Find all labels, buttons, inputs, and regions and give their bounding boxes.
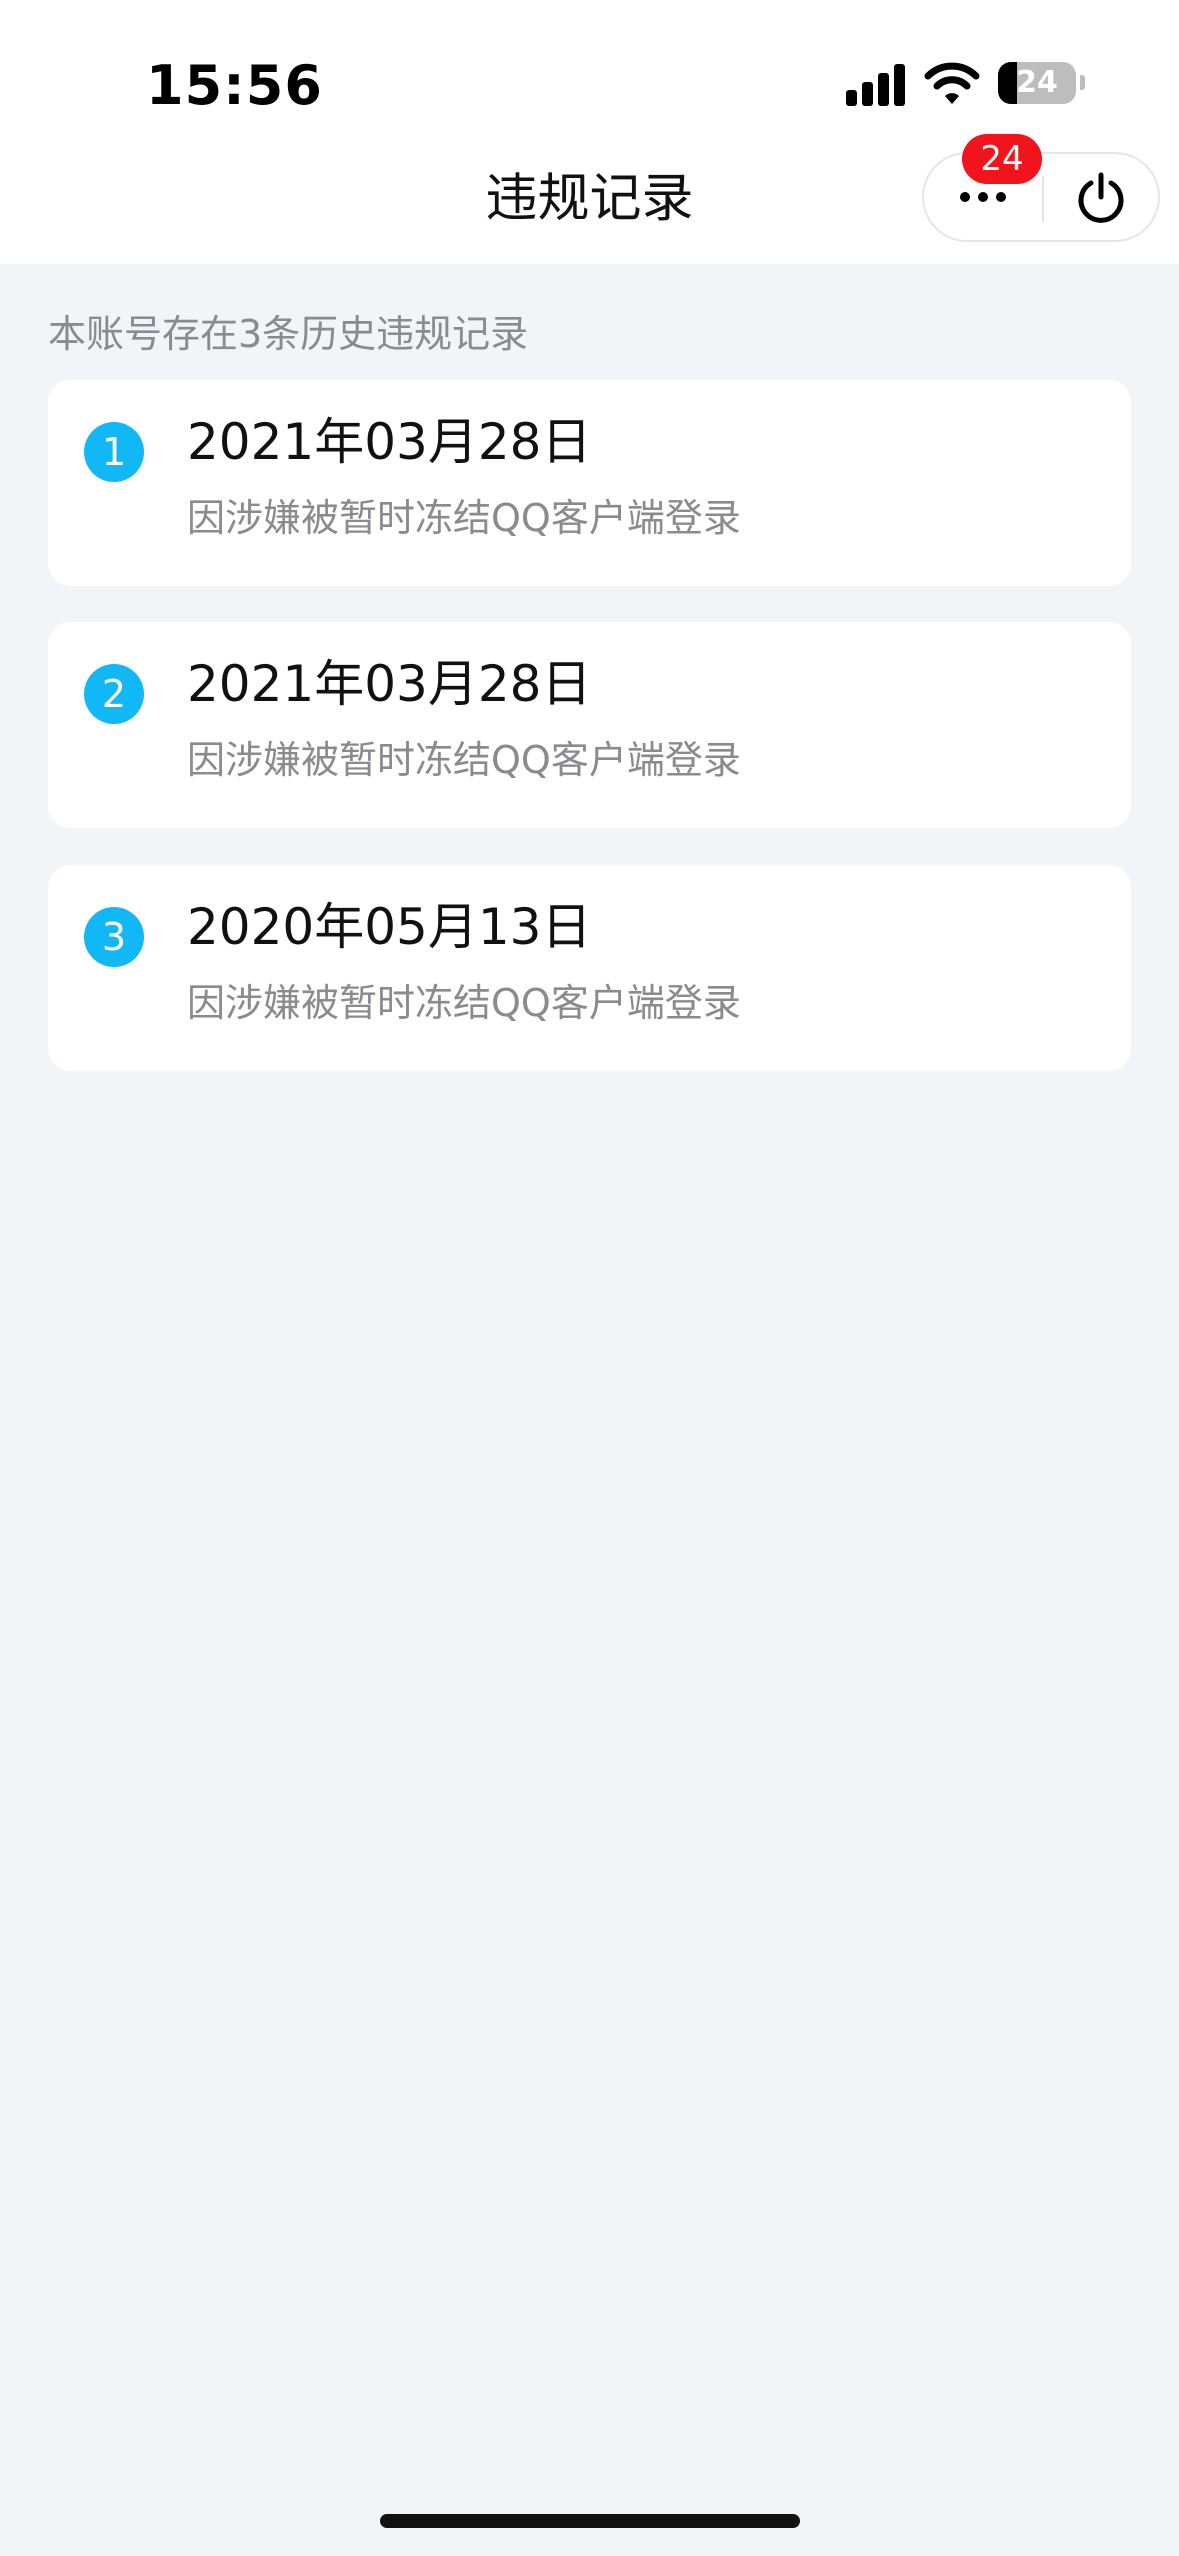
top-bar: 15:56 24 违规记录 24 (0, 0, 1179, 264)
record-reason: 因涉嫌被暂时冻结QQ客户端登录 (187, 981, 741, 1025)
record-reason: 因涉嫌被暂时冻结QQ客户端登录 (187, 738, 741, 782)
violation-record-card: 3 2020年05月13日 因涉嫌被暂时冻结QQ客户端登录 (48, 865, 1131, 1071)
more-icon-dot (960, 192, 970, 202)
wifi-icon (924, 62, 980, 104)
violation-record-card: 1 2021年03月28日 因涉嫌被暂时冻结QQ客户端登录 (48, 380, 1131, 586)
close-button[interactable] (1044, 154, 1158, 240)
record-date: 2020年05月13日 (187, 898, 592, 956)
record-index: 1 (84, 422, 144, 482)
power-icon (1078, 172, 1124, 223)
violation-record-card: 2 2021年03月28日 因涉嫌被暂时冻结QQ客户端登录 (48, 622, 1131, 828)
home-indicator[interactable] (380, 2514, 800, 2528)
record-reason: 因涉嫌被暂时冻结QQ客户端登录 (187, 496, 741, 540)
battery-tip (1080, 75, 1085, 90)
record-date: 2021年03月28日 (187, 655, 592, 713)
signal-icon (846, 62, 906, 106)
notification-badge: 24 (962, 134, 1042, 184)
battery-icon: 24 (998, 62, 1076, 104)
more-icon-dot (996, 192, 1006, 202)
violation-summary: 本账号存在3条历史违规记录 (48, 312, 529, 356)
record-index: 3 (84, 907, 144, 967)
battery-percent: 24 (1016, 65, 1058, 100)
record-date: 2021年03月28日 (187, 413, 592, 471)
status-time: 15:56 (146, 54, 323, 117)
more-icon-dot (978, 192, 988, 202)
record-index: 2 (84, 664, 144, 724)
